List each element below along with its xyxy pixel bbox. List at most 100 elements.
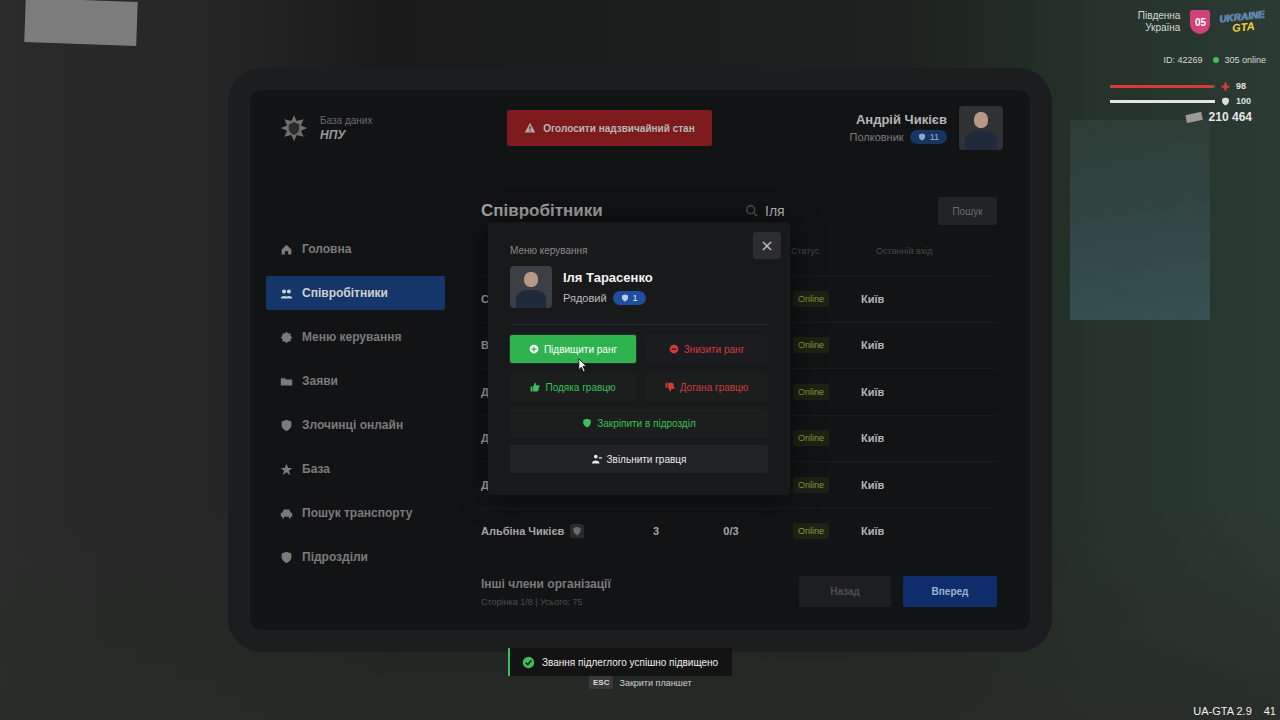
server-hud: ПівденнаУкраїна 05 UKRAINE GTA	[1138, 10, 1266, 34]
brand: База даних НПУ	[280, 114, 507, 142]
health-reading: 98	[1236, 81, 1246, 91]
prev-button[interactable]: Назад	[799, 576, 891, 607]
last-login-city: Київ	[861, 386, 997, 398]
server-badge: 05	[1190, 10, 1210, 34]
sidebar-item-icon	[280, 463, 293, 476]
employee-rank: 3	[641, 525, 671, 537]
shield-icon	[918, 133, 926, 141]
search-field[interactable]: Іля	[737, 203, 938, 219]
status-pill: Online	[793, 523, 829, 539]
search-icon	[745, 204, 759, 218]
last-login-city: Київ	[861, 432, 997, 444]
region-line: Україна	[1145, 22, 1180, 34]
region-line: Південна	[1138, 10, 1181, 22]
user-rank-badge: 11	[910, 130, 947, 144]
feedback-action-button[interactable]: Догана гравцю	[645, 373, 768, 401]
sidebar-item-icon	[280, 419, 293, 432]
police-star-icon	[280, 114, 308, 142]
next-button[interactable]: Вперед	[903, 576, 997, 607]
wide-action-button[interactable]: Звільнити гравця	[510, 445, 768, 473]
wide-action-button[interactable]: Закріпити в підрозділ	[510, 409, 768, 437]
minus-circle-icon	[669, 344, 679, 354]
health-stat: 98	[1110, 80, 1270, 92]
success-toast: Звання підлеглого успішно підвищено	[508, 648, 732, 676]
last-login-city: Київ	[861, 525, 997, 537]
close-hint: ESC Закрити планшет	[589, 676, 692, 689]
money: 210 464	[1110, 110, 1270, 124]
column-header: Статус	[791, 246, 861, 256]
status-pill: Online	[793, 430, 829, 446]
user-rank: Полковник	[850, 131, 904, 143]
plus-circle-icon	[529, 344, 539, 354]
status-pill: Online	[793, 337, 829, 353]
player-name: Іля Тарасенко	[563, 270, 653, 285]
health-fill	[1110, 85, 1213, 88]
shield-icon	[570, 524, 584, 538]
sidebar-item[interactable]: Меню керування	[266, 320, 445, 354]
player-id-line: ID: 42269 305 online	[1163, 55, 1266, 65]
user-avatar	[959, 106, 1003, 150]
last-login-city: Київ	[861, 339, 997, 351]
glass-window	[1070, 120, 1210, 320]
footer-title: Інші члени організації	[481, 577, 611, 591]
esc-key: ESC	[589, 676, 613, 689]
user-name: Андрій Чикієв	[856, 112, 947, 127]
feedback-action-button[interactable]: Подяка гравцю	[510, 373, 636, 401]
check-circle-icon	[522, 656, 535, 669]
player-rank: Рядовий	[563, 292, 607, 304]
manage-modal: Меню керування × Іля Тарасенко Рядовий 1…	[488, 222, 790, 495]
health-track	[1110, 85, 1215, 88]
fps-counter: 41	[1264, 705, 1276, 717]
status-pill: Online	[793, 477, 829, 493]
player-id: ID: 42269	[1163, 55, 1202, 65]
money-amount: 210 464	[1209, 110, 1252, 124]
last-login-city: Київ	[861, 293, 997, 305]
armor-shield-icon	[1221, 97, 1230, 106]
page-title: Співробітники	[481, 201, 737, 221]
person-remove-icon	[592, 454, 602, 464]
hint-text: Закрити планшет	[619, 678, 691, 688]
brand-title: База даних	[320, 114, 372, 128]
close-button[interactable]: ×	[753, 232, 781, 259]
sidebar-item-icon	[280, 551, 293, 564]
employee-warnings: 0/3	[671, 525, 791, 537]
sidebar-item[interactable]: Злочинці онлайн	[266, 408, 445, 442]
tablet-header: База даних НПУ Оголосити надзвичайний ст…	[250, 90, 1030, 166]
table-row[interactable]: Альбіна Чикієв 3 0/3 Online Київ	[481, 508, 997, 555]
sidebar-item[interactable]: База	[266, 452, 445, 486]
last-login-city: Київ	[861, 479, 997, 491]
current-user: Андрій Чикієв Полковник 11	[850, 106, 1003, 150]
search-button[interactable]: Пошук	[938, 197, 997, 225]
sidebar-item-icon	[280, 375, 293, 388]
emergency-button[interactable]: Оголосити надзвичайний стан	[507, 110, 712, 146]
player-card: Іля Тарасенко Рядовий 1	[510, 266, 768, 308]
rank-action-button[interactable]: Підвищити ранг	[510, 335, 636, 363]
sidebar-item[interactable]: Пошук транспорту	[266, 496, 445, 530]
shield-plus-icon	[582, 418, 592, 428]
cash-icon	[1185, 111, 1203, 123]
shield-icon	[621, 294, 629, 302]
server-logo: UKRAINE GTA	[1219, 9, 1267, 36]
player-avatar	[510, 266, 552, 308]
sidebar: Головна Співробітники Меню керування Зая…	[266, 166, 445, 630]
sidebar-item[interactable]: Підрозділи	[266, 540, 445, 574]
armor-reading: 100	[1236, 96, 1251, 106]
sidebar-item-icon	[280, 331, 293, 344]
region-label: ПівденнаУкраїна	[1138, 10, 1181, 34]
modal-title: Меню керування	[510, 245, 588, 256]
brand-name: НПУ	[320, 128, 372, 142]
armor-stat: 100	[1110, 95, 1270, 107]
sidebar-item[interactable]: Співробітники	[266, 276, 445, 310]
rank-action-button[interactable]: Знизити ранг	[645, 335, 768, 363]
sidebar-item[interactable]: Заяви	[266, 364, 445, 398]
wall-paper	[24, 0, 137, 46]
player-rank-badge: 1	[613, 291, 646, 305]
version-label: UA-GTA 2.9 41	[1193, 705, 1276, 717]
sidebar-item-icon	[280, 507, 293, 520]
sidebar-item[interactable]: Головна	[266, 232, 445, 266]
page-count: Сторінка 1/8 | Усього: 75	[481, 597, 611, 607]
sidebar-item-icon	[280, 287, 293, 300]
thumbs-up-icon	[530, 382, 540, 392]
online-dot-icon	[1213, 57, 1219, 63]
armor-fill	[1110, 100, 1215, 103]
